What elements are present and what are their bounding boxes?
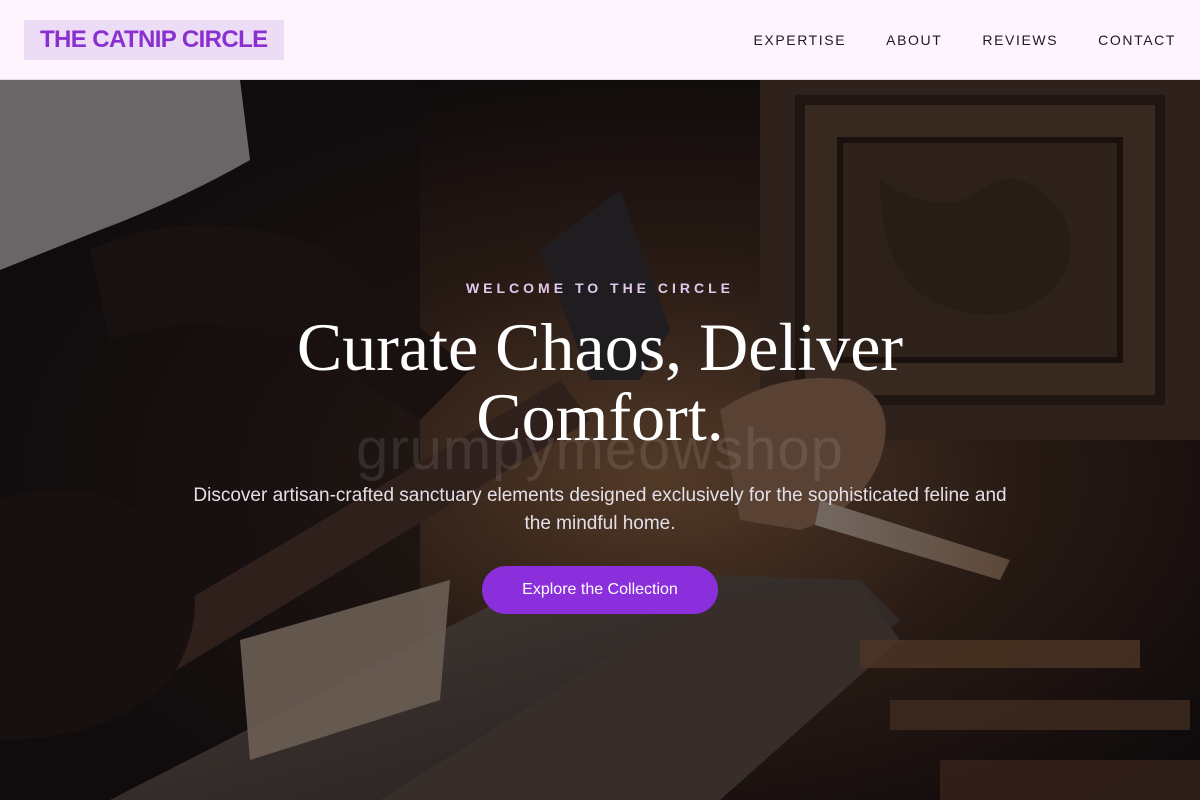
nav-links: EXPERTISE ABOUT REVIEWS CONTACT [713, 32, 1176, 48]
site-logo[interactable]: THE CATNIP CIRCLE [24, 19, 284, 60]
nav-link-contact[interactable]: CONTACT [1098, 32, 1176, 48]
nav-link-reviews[interactable]: REVIEWS [982, 32, 1058, 48]
hero-subtext: Discover artisan-crafted sanctuary eleme… [193, 485, 1007, 534]
hero-headline: Curate Chaos, Deliver Comfort. [296, 309, 904, 455]
explore-collection-button[interactable]: Explore the Collection [482, 566, 718, 614]
nav-link-expertise[interactable]: EXPERTISE [753, 32, 846, 48]
hero-section: grumpymeowshop WELCOME TO THE CIRCLE Cur… [0, 80, 1200, 800]
nav-link-about[interactable]: ABOUT [886, 32, 942, 48]
hero-eyebrow: WELCOME TO THE CIRCLE [465, 280, 735, 296]
top-navigation: THE CATNIP CIRCLE EXPERTISE ABOUT REVIEW… [0, 0, 1200, 80]
